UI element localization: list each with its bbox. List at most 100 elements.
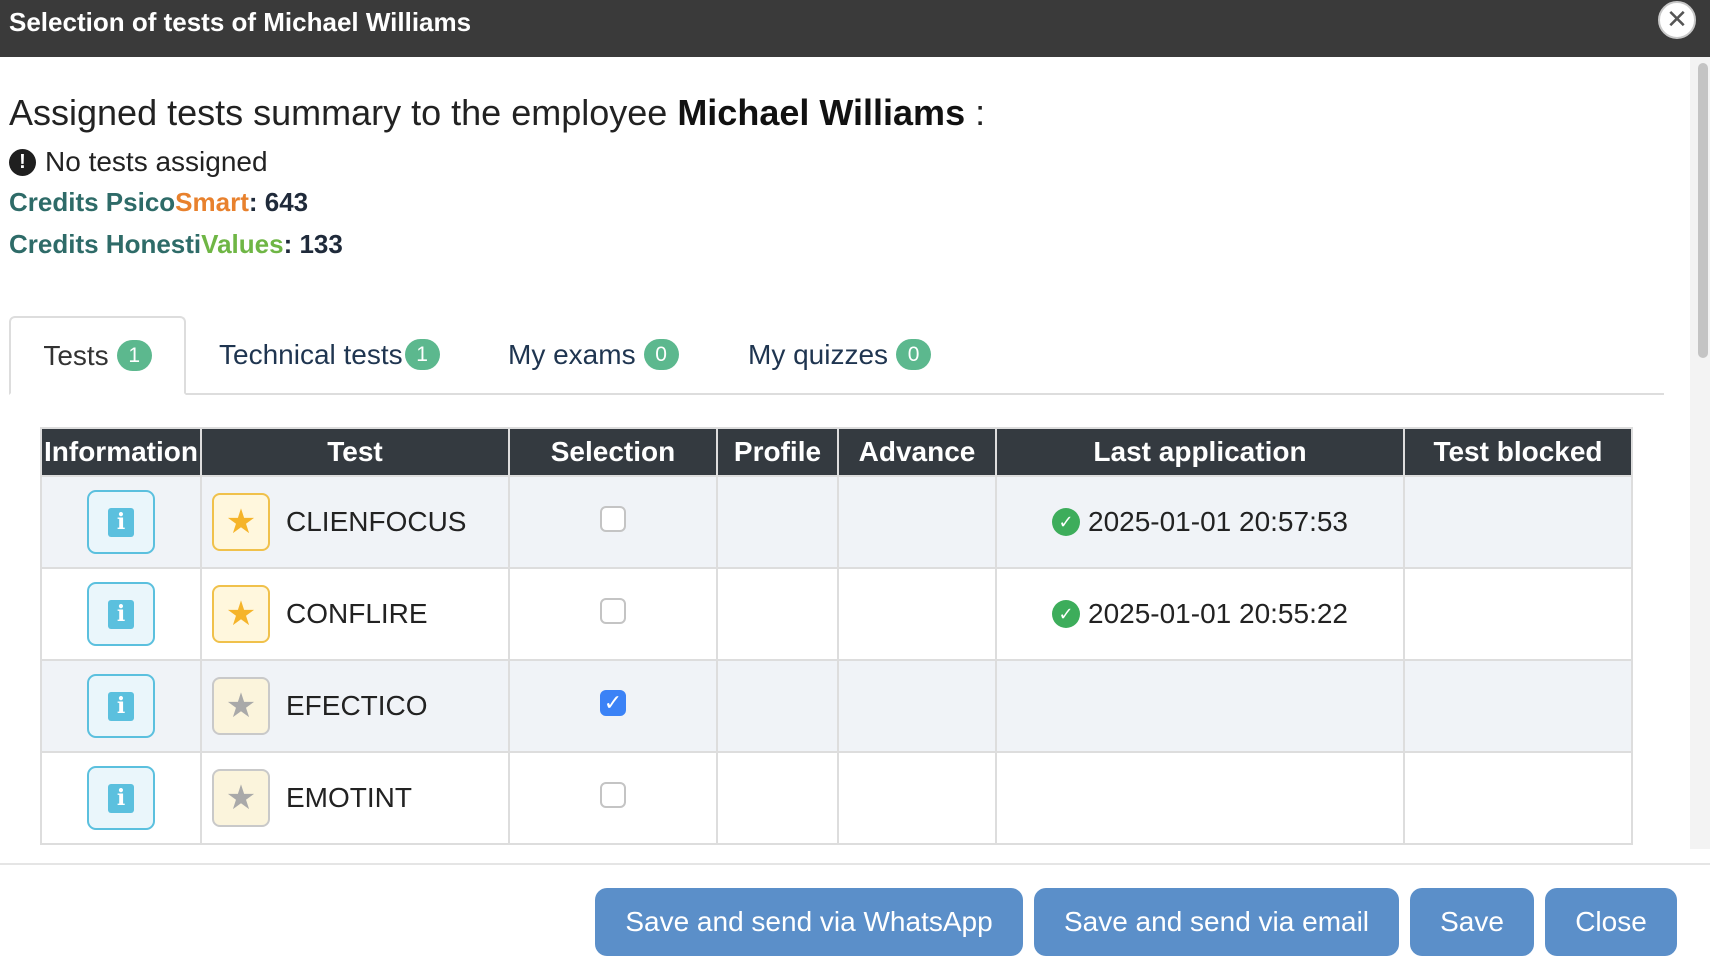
last-application-cell [995, 659, 1405, 753]
selection-cell: ✓ [508, 659, 718, 753]
close-button[interactable]: Close [1545, 888, 1677, 956]
tab-technical-tests[interactable]: Technical tests 1 [219, 316, 440, 393]
info-button[interactable]: i [87, 674, 155, 738]
save-button[interactable]: Save [1410, 888, 1534, 956]
last-application-date: 2025-01-01 20:55:22 [1088, 598, 1348, 629]
dialog-titlebar: Selection of tests of Michael Williams [0, 0, 1710, 57]
tab-badge: 0 [643, 339, 679, 370]
star-icon[interactable]: ★ [212, 677, 270, 735]
summary-suffix: : [965, 92, 986, 133]
table-row: i ★ EMOTINT [40, 751, 1633, 845]
tab-my-exams[interactable]: My exams 0 [508, 316, 679, 393]
summary-text: Assigned tests summary to the employee [9, 92, 678, 133]
star-icon[interactable]: ★ [212, 493, 270, 551]
advance-cell [837, 567, 997, 661]
info-button[interactable]: i [87, 582, 155, 646]
test-blocked-cell [1403, 751, 1633, 845]
table-row: i ★ CONFLIRE ✓ 2025-01-01 20:55:22 [40, 567, 1633, 661]
header-advance: Advance [837, 427, 997, 477]
header-last-application: Last application [995, 427, 1405, 477]
credits-psicosmart: Credits PsicoSmart: 643 [9, 187, 308, 218]
credits-psicosmart-value: : 643 [248, 187, 309, 217]
selection-cell [508, 475, 718, 569]
test-cell: ★ CONFLIRE [200, 567, 510, 661]
selection-cell [508, 751, 718, 845]
exclamation-icon: ! [9, 148, 36, 176]
profile-cell [716, 659, 839, 753]
tab-badge: 1 [404, 339, 440, 370]
tab-label: My quizzes [748, 338, 889, 370]
info-button[interactable]: i [87, 490, 155, 554]
selection-cell [508, 567, 718, 661]
tab-label: Tests [43, 339, 109, 371]
tests-table: Information Test Selection Profile Advan… [40, 427, 1633, 845]
test-blocked-cell [1403, 567, 1633, 661]
table-header-row: Information Test Selection Profile Advan… [40, 427, 1633, 477]
selection-checkbox[interactable] [600, 782, 626, 808]
summary-heading: Assigned tests summary to the employee M… [9, 92, 985, 134]
test-name: CLIENFOCUS [286, 506, 467, 537]
tab-my-quizzes[interactable]: My quizzes 0 [748, 316, 932, 393]
credits-honestivalues: Credits HonestiValues: 133 [9, 229, 343, 260]
test-blocked-cell [1403, 659, 1633, 753]
test-cell: ★ EMOTINT [200, 751, 510, 845]
advance-cell [837, 751, 997, 845]
selection-checkbox[interactable] [600, 506, 626, 532]
info-icon: i [108, 691, 134, 721]
test-cell: ★ EFECTICO [200, 659, 510, 753]
info-icon: i [108, 599, 134, 629]
tab-bar: Tests 1 Technical tests 1 My exams 0 My qu… [9, 316, 1664, 395]
test-cell: ★ CLIENFOCUS [200, 475, 510, 569]
no-tests-notice: ! No tests assigned [9, 146, 268, 178]
table-row: i ★ CLIENFOCUS ✓ 2025-01-01 20:57:53 [40, 475, 1633, 569]
header-test: Test [200, 427, 510, 477]
selection-checkbox[interactable]: ✓ [600, 690, 626, 716]
check-circle-icon: ✓ [1052, 600, 1080, 628]
test-name: EMOTINT [286, 782, 412, 813]
tab-badge: 0 [896, 339, 932, 370]
selection-checkbox[interactable] [600, 598, 626, 624]
check-circle-icon: ✓ [1052, 508, 1080, 536]
footer-divider [0, 863, 1710, 865]
info-button[interactable]: i [87, 766, 155, 830]
last-application-cell: ✓ 2025-01-01 20:57:53 [995, 475, 1405, 569]
header-information: Information [40, 427, 202, 477]
credits-honestivalues-highlight: Values [201, 229, 284, 259]
info-icon: i [108, 507, 134, 537]
tab-label: My exams [508, 338, 636, 370]
profile-cell [716, 475, 839, 569]
credits-honestivalues-value: : 133 [283, 229, 343, 259]
credits-honestivalues-prefix: Credits Honesti [9, 229, 202, 259]
tab-label: Technical tests [219, 338, 403, 370]
employee-name: Michael Williams [677, 92, 966, 133]
test-name: EFECTICO [286, 690, 428, 721]
dialog-title: Selection of tests of Michael Williams [9, 7, 472, 37]
advance-cell [837, 659, 997, 753]
advance-cell [837, 475, 997, 569]
test-blocked-cell [1403, 475, 1633, 569]
info-cell: i [40, 567, 202, 661]
scrollbar-thumb[interactable] [1698, 63, 1708, 358]
header-profile: Profile [716, 427, 839, 477]
star-icon[interactable]: ★ [212, 769, 270, 827]
close-icon[interactable]: ✕ [1658, 1, 1696, 39]
tab-tests[interactable]: Tests 1 [9, 316, 186, 395]
profile-cell [716, 567, 839, 661]
save-send-whatsapp-button[interactable]: Save and send via WhatsApp [595, 888, 1023, 956]
credits-psicosmart-highlight: Smart [175, 187, 249, 217]
info-icon: i [108, 783, 134, 813]
header-selection: Selection [508, 427, 718, 477]
test-name: CONFLIRE [286, 598, 428, 629]
table-row: i ★ EFECTICO ✓ [40, 659, 1633, 753]
star-icon[interactable]: ★ [212, 585, 270, 643]
info-cell: i [40, 751, 202, 845]
last-application-cell [995, 751, 1405, 845]
info-cell: i [40, 475, 202, 569]
no-tests-text: No tests assigned [45, 146, 268, 177]
profile-cell [716, 751, 839, 845]
save-send-email-button[interactable]: Save and send via email [1034, 888, 1399, 956]
last-application-date: 2025-01-01 20:57:53 [1088, 506, 1348, 537]
header-test-blocked: Test blocked [1403, 427, 1633, 477]
info-cell: i [40, 659, 202, 753]
tab-badge: 1 [116, 340, 152, 371]
